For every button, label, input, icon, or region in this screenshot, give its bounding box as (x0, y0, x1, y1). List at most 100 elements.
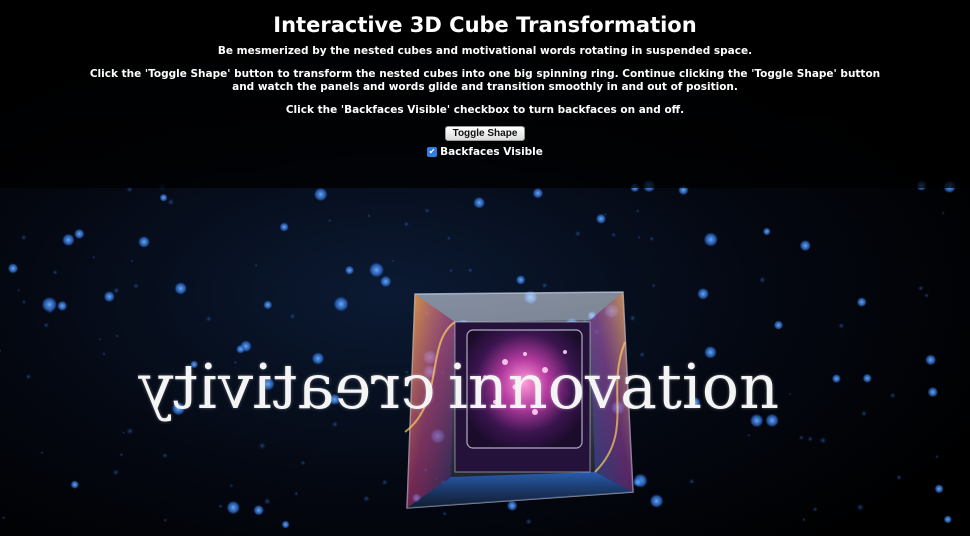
bokeh-dot (703, 232, 719, 247)
backfaces-instructions: Click the 'Backfaces Visible' checkbox t… (285, 104, 685, 116)
bokeh-dot (860, 410, 868, 417)
bokeh-dot (229, 483, 234, 488)
bokeh-dot (574, 230, 582, 237)
bokeh-dot (446, 235, 452, 241)
bokeh-dot (25, 373, 32, 380)
toggle-shape-button[interactable]: Toggle Shape (444, 126, 526, 141)
bokeh-dot (159, 193, 168, 202)
bokeh-dot (41, 296, 58, 313)
page-title: Interactive 3D Cube Transformation (273, 13, 697, 37)
bokeh-dot (927, 386, 939, 398)
bokeh-dot (300, 460, 306, 466)
bokeh-dot (635, 208, 640, 214)
cube-stage: Interactive 3D Cube Transformation Be me… (0, 0, 970, 536)
bokeh-dot (424, 207, 430, 214)
bokeh-dot (697, 287, 710, 300)
bokeh-dot (167, 198, 175, 206)
bokeh-dot (327, 218, 332, 223)
word-innovation: innovation (448, 350, 780, 423)
bokeh-dot (344, 265, 355, 275)
bokeh-dot (934, 484, 944, 494)
bokeh-dot (313, 187, 328, 202)
bokeh-dot (52, 269, 58, 276)
bokeh-dot (934, 454, 940, 459)
bokeh-dot (98, 337, 102, 341)
bokeh-dot (403, 221, 410, 228)
backfaces-checkbox[interactable]: ✔ (427, 147, 438, 157)
bokeh-dot (812, 506, 818, 513)
bokeh-dot (819, 436, 827, 445)
bokeh-dot (281, 520, 290, 529)
bokeh-dot (801, 517, 806, 522)
backfaces-label[interactable]: Backfaces Visible (440, 146, 543, 158)
bokeh-dot (442, 511, 448, 517)
bokeh-dot (637, 235, 641, 240)
bokeh-dot (798, 434, 805, 441)
bokeh-dot (391, 259, 395, 263)
bokeh-dot (856, 297, 867, 308)
bokeh-dot (40, 450, 44, 455)
bokeh-dot (112, 286, 121, 295)
bokeh-dot (70, 480, 80, 489)
bokeh-dot (831, 374, 842, 384)
bokeh-dot (161, 452, 168, 459)
backfaces-control[interactable]: ✔ Backfaces Visible (0, 146, 970, 158)
bokeh-dot (205, 315, 212, 323)
word-creativity-mirrored: creativity (138, 350, 436, 423)
toggle-instructions: Click the 'Toggle Shape' button to trans… (89, 68, 881, 93)
bokeh-dot (467, 267, 474, 274)
bokeh-dot (289, 313, 296, 320)
bokeh-dot (532, 187, 544, 199)
bokeh-dot (293, 491, 299, 497)
bokeh-dot (126, 427, 134, 435)
bokeh-dot (112, 468, 120, 476)
bokeh-dot (7, 263, 19, 274)
bokeh-dot (174, 282, 188, 295)
bokeh-dot (799, 239, 811, 252)
bokeh-dot (384, 275, 388, 279)
bokeh-dot (610, 232, 617, 238)
bokeh-dot (649, 236, 655, 242)
bokeh-dot (263, 497, 272, 506)
bokeh-dot (788, 392, 792, 396)
bokeh-dot (62, 233, 75, 247)
bokeh-dot (943, 515, 952, 524)
bokeh-dot (115, 334, 120, 338)
bokeh-dot (362, 494, 371, 503)
bokeh-dot (138, 235, 150, 248)
bokeh-dot (218, 503, 223, 509)
bokeh-dot (923, 292, 930, 299)
bokeh-dot (119, 452, 124, 457)
bokeh-dot (163, 518, 168, 523)
bokeh-dot (263, 300, 273, 310)
bokeh-dot (17, 288, 21, 292)
bokeh-dot (226, 500, 241, 515)
bokeh-dot (57, 300, 68, 312)
bokeh-dot (837, 322, 845, 330)
bokeh-dot (254, 263, 258, 268)
bokeh-dot (132, 282, 140, 290)
bokeh-dot (74, 228, 85, 240)
bokeh-dot (253, 504, 265, 516)
intro-text: Be mesmerized by the nested cubes and mo… (217, 45, 753, 57)
bokeh-dot (856, 503, 865, 512)
bokeh-dot (807, 436, 814, 442)
bokeh-dot (0, 349, 2, 353)
bokeh-dot (448, 268, 454, 273)
bokeh-dot (649, 494, 664, 508)
bokeh-dot (130, 259, 134, 263)
page-header: Interactive 3D Cube Transformation Be me… (0, 0, 970, 188)
bokeh-dot (525, 518, 533, 526)
bokeh-dot (21, 299, 27, 305)
bokeh-dot (651, 283, 657, 288)
bokeh-dot (595, 213, 607, 224)
bokeh-dot (889, 392, 896, 399)
bokeh-dot (43, 322, 50, 329)
bokeh-dot (941, 211, 945, 215)
bokeh-dot (368, 262, 385, 278)
bokeh-dot (773, 320, 784, 330)
bokeh-dot (862, 373, 872, 383)
bokeh-dot (473, 196, 486, 209)
bokeh-dot (279, 222, 289, 232)
bokeh-dot (688, 478, 695, 485)
